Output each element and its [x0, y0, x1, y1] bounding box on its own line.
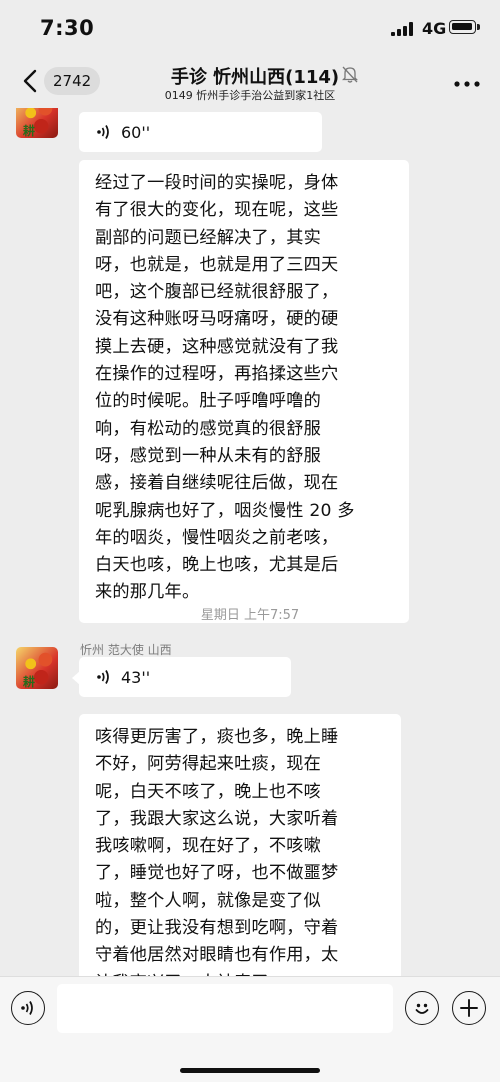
add-icon — [460, 999, 478, 1017]
voice-wave-icon — [97, 670, 109, 684]
status-bar: 7:30 4G — [0, 0, 500, 58]
time-separator: 星期日 上午7:57 — [200, 608, 300, 623]
unread-count-badge[interactable]: 2742 — [44, 67, 101, 95]
text-message[interactable]: 经过了一段时间的实操呢，身体 有了很大的变化，现在呢，这些 副部的问题已经解决了… — [79, 160, 409, 623]
chat-title: 手诊 忻州山西(114) — [170, 67, 340, 88]
avatar[interactable]: 耕 — [16, 647, 58, 689]
home-indicator[interactable] — [180, 1068, 320, 1073]
back-button[interactable] — [18, 66, 42, 96]
voice-message[interactable]: 43'' — [72, 657, 291, 697]
chat-subtitle: 0149 忻州手诊手治公益到家1社区 — [164, 89, 336, 102]
input-bar — [0, 976, 500, 1082]
more-button[interactable] — [454, 76, 480, 87]
message-list[interactable]: 耕 60'' 经过了一段时间的实操呢，身体 有了很大的变化，现在呢，这些 副部的… — [0, 108, 500, 976]
avatar[interactable]: 耕 — [16, 108, 58, 138]
add-button[interactable] — [452, 991, 486, 1025]
more-icon — [454, 81, 480, 87]
status-time: 7:30 — [40, 16, 95, 40]
text-message[interactable]: 咳得更厉害了，痰也多，晚上睡 不好，阿劳得起来吐痰，现在 呢，白天不咳了，晚上也… — [79, 714, 401, 976]
emoji-icon — [415, 1003, 429, 1014]
battery-icon — [449, 20, 480, 34]
sender-name: 忻州 范大使 山西 — [80, 643, 172, 657]
voice-message[interactable]: 60'' — [79, 112, 322, 152]
voice-mode-icon — [21, 1001, 33, 1015]
voice-wave-icon — [97, 125, 109, 139]
emoji-button[interactable] — [405, 991, 439, 1025]
message-input[interactable] — [57, 984, 393, 1033]
network-label: 4G — [422, 19, 447, 38]
chevron-left-icon — [23, 69, 37, 93]
voice-duration: 43'' — [121, 667, 151, 687]
signal-icon — [391, 22, 413, 36]
voice-duration: 60'' — [121, 122, 151, 142]
bell-off-icon — [342, 66, 358, 83]
voice-mode-button[interactable] — [11, 991, 45, 1025]
chat-header: 2742 手诊 忻州山西(114) 0149 忻州手诊手治公益到家1社区 — [0, 58, 500, 108]
